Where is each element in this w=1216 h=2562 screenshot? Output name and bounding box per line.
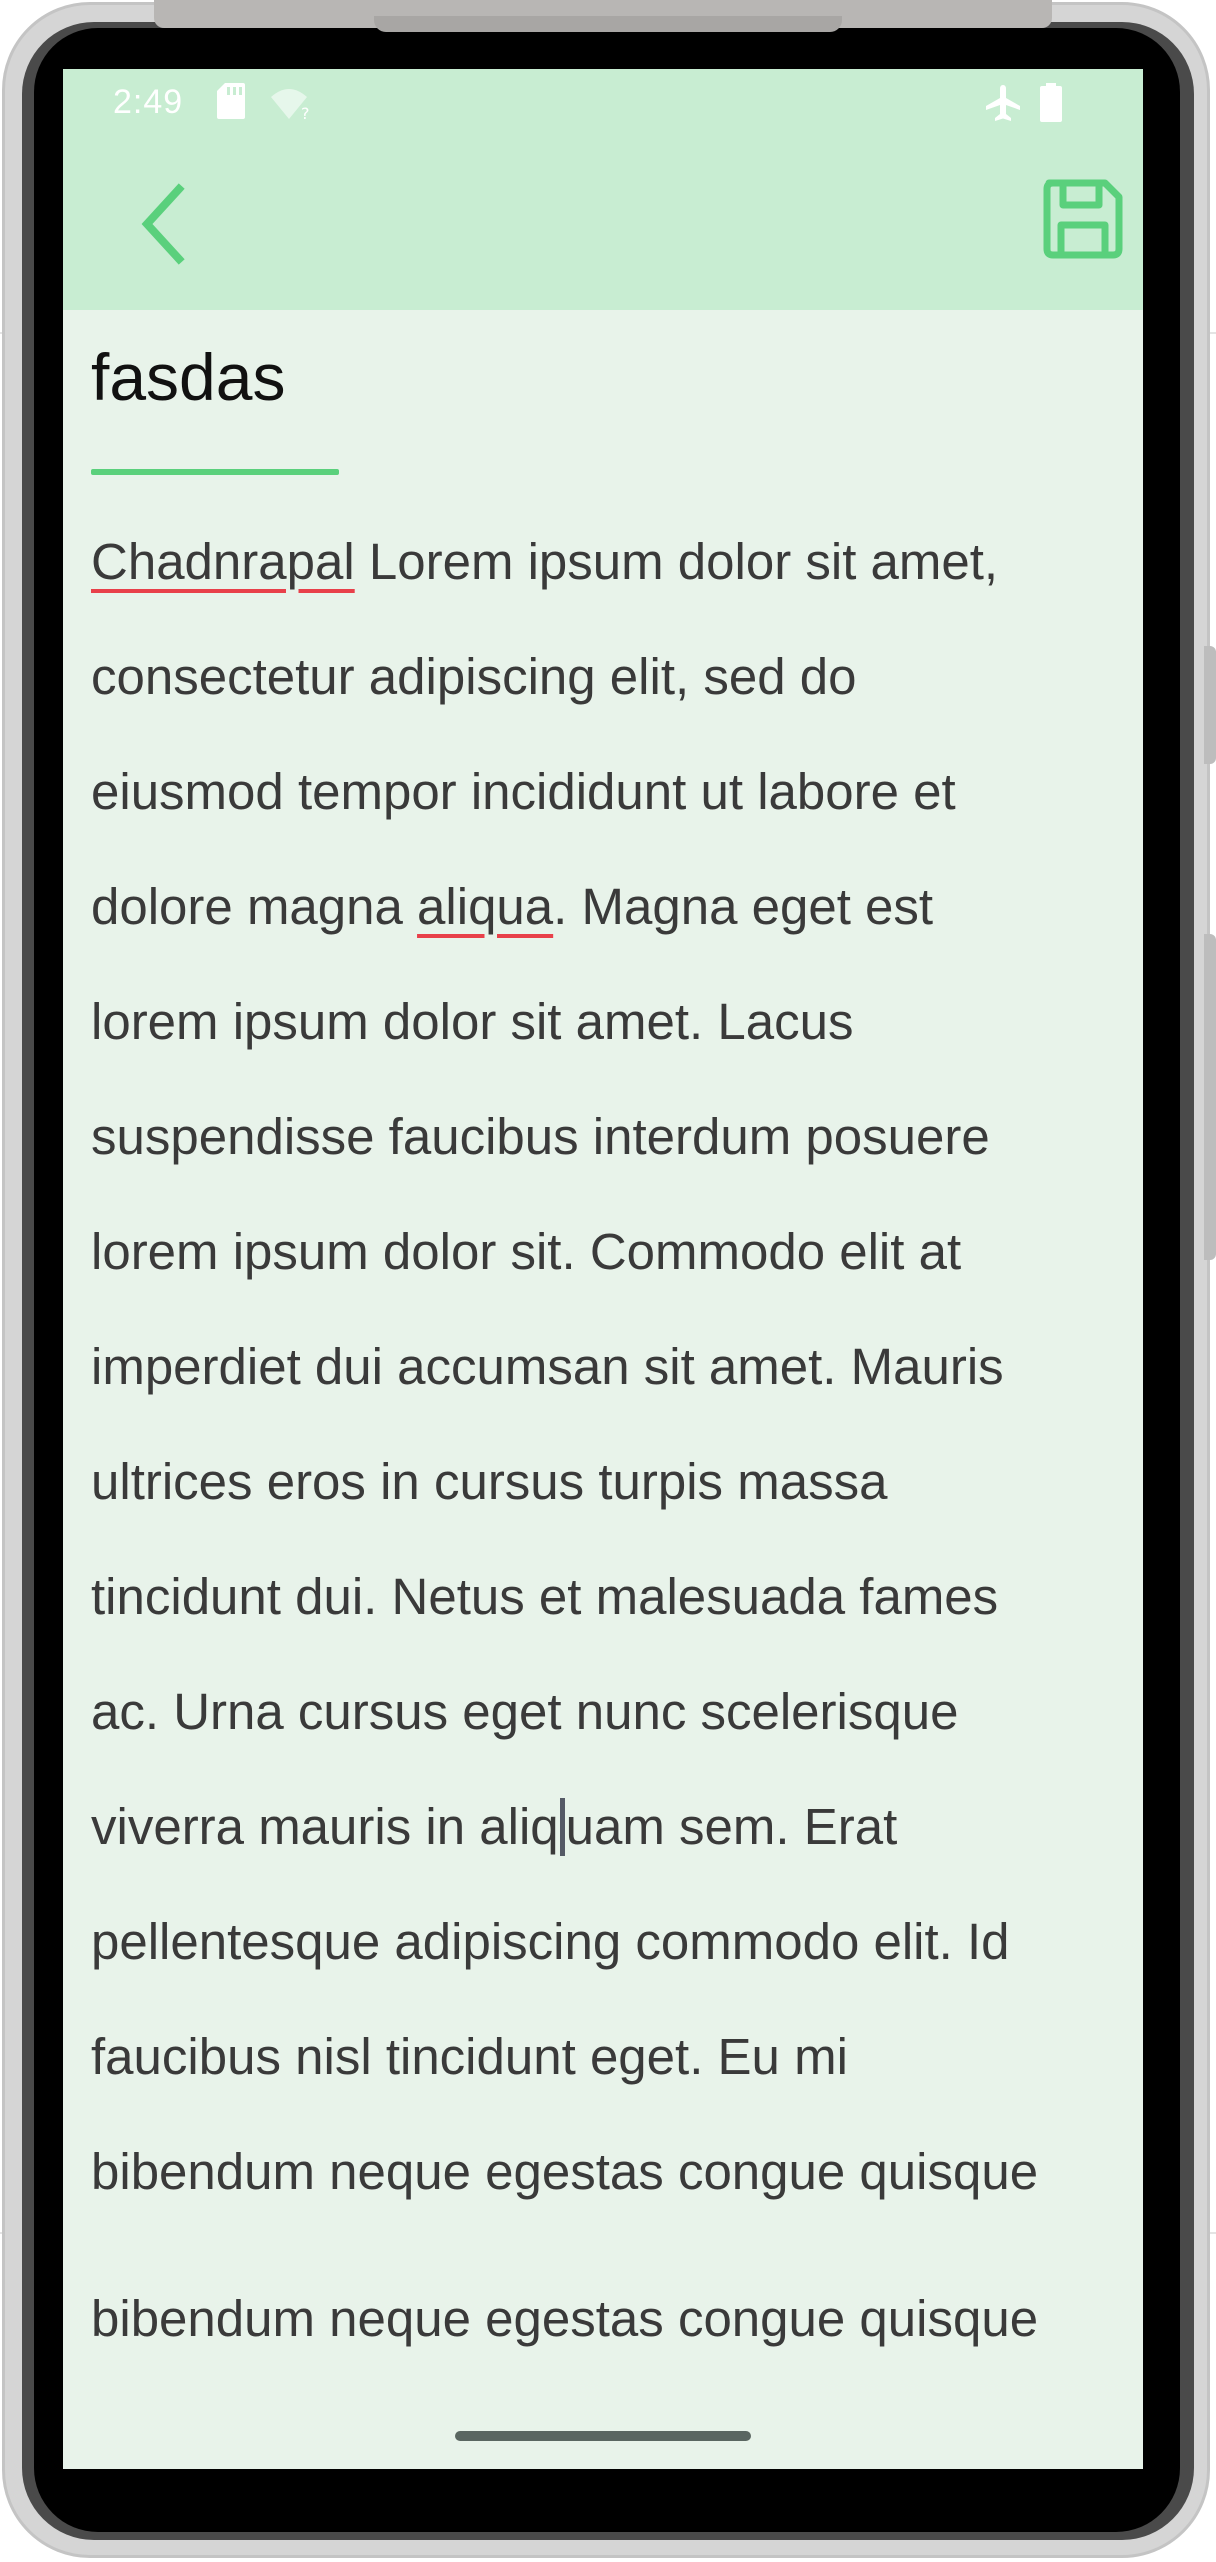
home-gesture-bar[interactable] [455, 2431, 751, 2441]
chevron-left-icon [141, 183, 185, 265]
power-button [1204, 646, 1216, 764]
note-body-partial-line: bibendum neque egestas congue quisque [91, 2290, 1039, 2347]
note-body-textarea[interactable]: Chadnrapal Lorem ipsum dolor sit amet, co… [91, 504, 1121, 2229]
note-body-line: viverra mauris in aliq uam sem. Erat [91, 1769, 1121, 1884]
title-focus-underline [91, 469, 339, 475]
airplane-mode-icon [983, 83, 1023, 128]
note-body-line: bibendum neque egestas congue quisque [91, 2114, 1121, 2229]
floppy-disk-save-icon [1043, 179, 1123, 259]
screen: 2:49 ? fasdas Chadnrapal Lorem ipsum dol… [63, 69, 1143, 2469]
body-text-segment: faucibus nisl tincidunt eget. Eu mi [91, 2028, 848, 2085]
body-text-segment: tincidunt dui. Netus et malesuada fames [91, 1568, 999, 1625]
note-title-input[interactable]: fasdas [91, 344, 1111, 434]
body-text-segment: . Magna eget est [553, 878, 934, 935]
save-button[interactable] [1041, 177, 1125, 261]
body-text-segment: dolore magna [91, 878, 418, 935]
note-body-line: eiusmod tempor incididunt ut labore et [91, 734, 1121, 849]
note-body-line: lorem ipsum dolor sit. Commodo elit at [91, 1194, 1121, 1309]
spellcheck-flagged-word: Chadnrapal [91, 533, 355, 590]
text-cursor [559, 1798, 565, 1856]
body-text-segment: pellentesque adipiscing commodo elit. Id [91, 1913, 1010, 1970]
note-body-line: lorem ipsum dolor sit amet. Lacus [91, 964, 1121, 1079]
body-text-segment: imperdiet dui accumsan sit amet. Mauris [91, 1338, 1004, 1395]
body-text-segment: suspendisse faucibus interdum posuere [91, 1108, 990, 1165]
back-button[interactable] [135, 179, 215, 269]
volume-button [1204, 934, 1216, 1260]
note-body-line: ac. Urna cursus eget nunc scelerisque [91, 1654, 1121, 1769]
note-body-line: ultrices eros in cursus turpis massa [91, 1424, 1121, 1539]
note-body-line: tincidunt dui. Netus et malesuada fames [91, 1539, 1121, 1654]
body-text-segment: ultrices eros in cursus turpis massa [91, 1453, 888, 1510]
sd-card-icon [217, 83, 245, 124]
status-time: 2:49 [113, 83, 184, 121]
body-text-segment: eiusmod tempor incididunt ut labore et [91, 763, 956, 820]
note-body-line: consectetur adipiscing elit, sed do [91, 619, 1121, 734]
note-body-line: faucibus nisl tincidunt eget. Eu mi [91, 1999, 1121, 2114]
battery-icon [1039, 83, 1063, 128]
body-text-segment: lorem ipsum dolor sit amet. Lacus [91, 993, 854, 1050]
device-speaker-notch [374, 16, 842, 32]
body-text-segment: bibendum neque egestas congue quisque [91, 2143, 1039, 2200]
body-text-segment: uam sem. Erat [565, 1798, 898, 1855]
note-body-line: pellentesque adipiscing commodo elit. Id [91, 1884, 1121, 1999]
body-text-segment: ac. Urna cursus eget nunc scelerisque [91, 1683, 959, 1740]
wifi-question-icon: ? [269, 87, 313, 126]
body-text-segment: viverra mauris in aliq [91, 1798, 559, 1855]
svg-text:?: ? [301, 104, 310, 121]
app-bar [63, 137, 1143, 310]
note-body-line: Chadnrapal Lorem ipsum dolor sit amet, [91, 504, 1121, 619]
status-bar: 2:49 ? [63, 69, 1143, 137]
body-text-segment: consectetur adipiscing elit, sed do [91, 648, 857, 705]
body-text-segment: Lorem ipsum dolor sit amet, [354, 533, 999, 590]
note-body-line: imperdiet dui accumsan sit amet. Mauris [91, 1309, 1121, 1424]
body-text-segment: lorem ipsum dolor sit. Commodo elit at [91, 1223, 962, 1280]
note-body-line: dolore magna aliqua. Magna eget est [91, 849, 1121, 964]
spellcheck-flagged-word: aliqua [417, 878, 554, 935]
note-body-line: suspendisse faucibus interdum posuere [91, 1079, 1121, 1194]
